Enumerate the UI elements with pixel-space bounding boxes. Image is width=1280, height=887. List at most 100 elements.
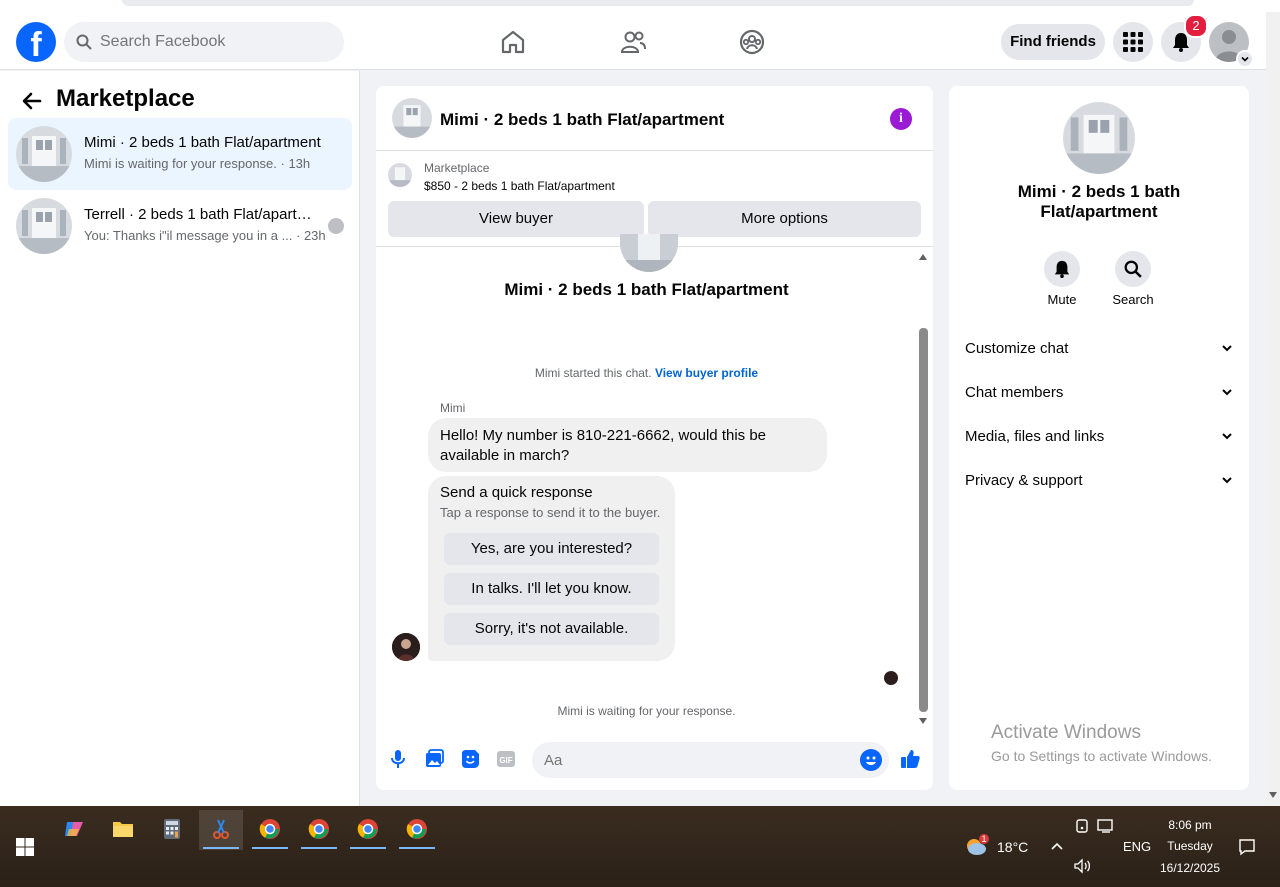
- chevron-up-icon[interactable]: [1050, 841, 1064, 851]
- clock-date[interactable]: 16/12/2025: [1150, 861, 1230, 875]
- friends-icon[interactable]: [619, 28, 647, 56]
- conversation-item[interactable]: Terrell · 2 beds 1 bath Flat/apartment Y…: [8, 190, 352, 262]
- activate-windows-watermark: Activate Windows Go to Settings to activ…: [991, 722, 1212, 764]
- chevron-down-icon: [1222, 389, 1232, 396]
- menu-button[interactable]: [1113, 22, 1153, 62]
- message-composer[interactable]: [532, 742, 889, 778]
- weather-temperature[interactable]: 18°C: [997, 839, 1028, 855]
- account-menu-chevron[interactable]: [1236, 50, 1254, 68]
- mute-label: Mute: [1047, 292, 1077, 307]
- quick-reply-button[interactable]: Sorry, it's not available.: [444, 613, 659, 645]
- view-buyer-profile-link[interactable]: View buyer profile: [655, 366, 758, 380]
- clock-time[interactable]: 8:06 pm: [1150, 818, 1230, 832]
- thumbs-up-icon[interactable]: [899, 748, 921, 770]
- chrome-profile-taskbar-app[interactable]: [297, 810, 341, 850]
- quick-reply-button[interactable]: In talks. I'll let you know.: [444, 573, 659, 605]
- customize-chat-section[interactable]: Customize chat: [965, 326, 1233, 370]
- more-options-button[interactable]: More options: [648, 201, 921, 237]
- conversation-item[interactable]: Mimi · 2 beds 1 bath Flat/apartment Mimi…: [8, 118, 352, 190]
- mute-button[interactable]: [1044, 251, 1080, 287]
- quick-response-card: Send a quick response Tap a response to …: [428, 476, 675, 661]
- open-app-indicator: [301, 847, 337, 849]
- listing-price[interactable]: $850 - 2 beds 1 bath Flat/apartment: [424, 179, 615, 193]
- quick-reply-button[interactable]: Yes, are you interested?: [444, 533, 659, 565]
- home-icon[interactable]: [499, 28, 527, 56]
- conversation-title: Mimi · 2 beds 1 bath Flat/apartment: [84, 134, 321, 151]
- input-language[interactable]: ENG: [1123, 839, 1151, 854]
- back-arrow-icon[interactable]: [20, 89, 44, 113]
- conversation-preview: You: Thanks i"il message you in a ... · …: [84, 228, 326, 243]
- copilot-icon: [65, 822, 83, 836]
- calculator-icon: [164, 819, 180, 839]
- action-center-icon[interactable]: [1238, 838, 1256, 856]
- search-box[interactable]: [64, 22, 344, 62]
- groups-icon[interactable]: [738, 28, 766, 56]
- browser-address-bar-edge: [122, 0, 1194, 6]
- activate-subtitle: Go to Settings to activate Windows.: [991, 748, 1212, 764]
- scroll-down-arrow[interactable]: [919, 718, 927, 724]
- top-navigation-bar: f Find friends 2: [0, 12, 1266, 70]
- folder-icon: [113, 822, 133, 837]
- volume-icon[interactable]: [1073, 858, 1091, 874]
- read-receipt-avatar: [328, 218, 344, 234]
- copilot-taskbar-app[interactable]: [52, 810, 96, 850]
- open-app-indicator: [252, 847, 288, 849]
- message-input[interactable]: [544, 742, 844, 778]
- photo-icon[interactable]: [423, 748, 445, 770]
- chrome-icon: [308, 819, 329, 839]
- chevron-down-icon: [1241, 56, 1249, 62]
- conversation-title: Terrell · 2 beds 1 bath Flat/apartment: [84, 206, 324, 223]
- snipping-tool-taskbar-app[interactable]: [199, 810, 243, 850]
- weather-alert-badge: 1: [981, 834, 987, 844]
- search-chat-button[interactable]: [1115, 251, 1151, 287]
- section-label: Privacy & support: [965, 472, 1083, 489]
- open-app-indicator: [399, 847, 435, 849]
- chrome-profile-taskbar-app[interactable]: [395, 810, 439, 850]
- page-scrollbar[interactable]: [1266, 12, 1280, 806]
- windows-start-icon[interactable]: [16, 838, 34, 856]
- emoji-icon[interactable]: [860, 749, 882, 771]
- search-label: Search: [1112, 292, 1154, 307]
- active-app-indicator: [203, 847, 239, 849]
- info-icon[interactable]: i: [890, 108, 912, 130]
- file-explorer-taskbar-app[interactable]: [101, 810, 145, 850]
- chrome-taskbar-app[interactable]: [248, 810, 292, 850]
- chrome-icon: [259, 819, 280, 839]
- network-icon[interactable]: [1097, 818, 1115, 834]
- bell-icon: [1054, 260, 1070, 278]
- search-input[interactable]: [100, 22, 336, 62]
- scroll-up-arrow[interactable]: [919, 254, 927, 260]
- listing-thumbnail: [388, 163, 412, 187]
- chat-window: Mimi · 2 beds 1 bath Flat/apartment i Ma…: [376, 86, 933, 790]
- microphone-icon[interactable]: [387, 748, 409, 770]
- search-icon: [1124, 260, 1142, 278]
- details-title: Mimi · 2 beds 1 bath Flat/apartment: [1017, 182, 1181, 221]
- snipping-tool-icon: [213, 819, 229, 839]
- privacy-support-section[interactable]: Privacy & support: [965, 458, 1233, 502]
- message-bubble[interactable]: Hello! My number is 810-221-6662, would …: [428, 418, 827, 472]
- chat-thumbnail[interactable]: [392, 98, 432, 138]
- facebook-logo[interactable]: f: [16, 22, 56, 62]
- section-label: Customize chat: [965, 340, 1069, 357]
- chat-scrollbar-thumb[interactable]: [919, 328, 928, 712]
- chat-title[interactable]: Mimi · 2 beds 1 bath Flat/apartment: [440, 110, 724, 130]
- clock-day[interactable]: Tuesday: [1150, 839, 1230, 853]
- media-files-links-section[interactable]: Media, files and links: [965, 414, 1233, 458]
- chrome-icon: [406, 819, 427, 839]
- view-buyer-button[interactable]: View buyer: [388, 201, 644, 237]
- chrome-profile-taskbar-app[interactable]: [346, 810, 390, 850]
- chat-profile-photo: [620, 234, 678, 272]
- find-friends-button[interactable]: Find friends: [1001, 24, 1105, 60]
- gif-icon[interactable]: GIF: [495, 748, 517, 770]
- sender-avatar[interactable]: [392, 633, 420, 661]
- calculator-taskbar-app[interactable]: [150, 810, 194, 850]
- page-title: Marketplace: [56, 85, 195, 112]
- page-scroll-down-arrow[interactable]: [1269, 792, 1277, 798]
- grid-menu-icon: [1123, 32, 1143, 52]
- tablet-mode-icon[interactable]: [1074, 818, 1090, 834]
- quick-response-title: Send a quick response: [440, 484, 593, 501]
- sticker-icon[interactable]: [459, 748, 481, 770]
- search-icon: [76, 34, 92, 50]
- chat-members-section[interactable]: Chat members: [965, 370, 1233, 414]
- listing-source: Marketplace: [424, 161, 490, 175]
